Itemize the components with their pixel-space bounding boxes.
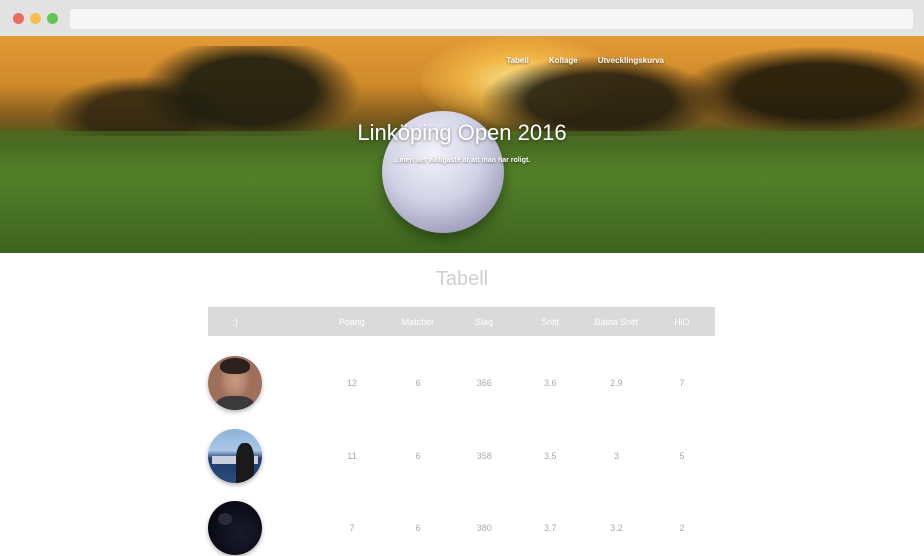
cell-matcher: 6 xyxy=(415,451,421,461)
cell-matcher: 6 xyxy=(415,378,421,388)
section-title: Tabell xyxy=(435,268,489,290)
cell-snitt: 3.6 xyxy=(544,378,557,388)
cell-slag: 366 xyxy=(476,378,492,388)
cell-hio: 7 xyxy=(679,378,685,388)
cell-hio: 2 xyxy=(679,523,685,533)
cell-hio: 5 xyxy=(679,451,685,461)
player-avatar xyxy=(208,429,262,483)
cell-snitt: 3.5 xyxy=(544,451,557,461)
address-bar[interactable] xyxy=(70,9,913,29)
cell-poang: 12 xyxy=(347,378,358,388)
header-snitt[interactable]: Snitt xyxy=(517,317,584,327)
maximize-window-icon[interactable] xyxy=(47,13,58,24)
header-poang[interactable]: Poäng xyxy=(319,317,384,327)
hero-banner: Tabell Kollage Utvecklingskurva Linköpin… xyxy=(0,36,924,253)
standings-table: :) Poäng Matcher Slag Snitt Bästa Snitt … xyxy=(208,307,715,555)
cell-slag: 358 xyxy=(476,451,492,461)
cell-matcher: 6 xyxy=(415,523,421,533)
browser-chrome xyxy=(0,0,924,36)
minimize-window-icon[interactable] xyxy=(30,13,41,24)
nav-link-utvecklingskurva[interactable]: Utvecklingskurva xyxy=(598,56,664,65)
table-row: 12 6 366 3.6 2.9 7 xyxy=(208,355,715,411)
header-hio[interactable]: HiO xyxy=(649,317,715,327)
cell-poang: 7 xyxy=(349,523,355,533)
nav-link-kollage[interactable]: Kollage xyxy=(549,56,578,65)
cell-basta-snitt: 3 xyxy=(613,451,619,461)
hero-tagline: ...men det viktigaste är att man har rol… xyxy=(393,157,531,164)
row-avatar-cell xyxy=(208,501,262,555)
cell-slag: 380 xyxy=(476,523,492,533)
player-avatar xyxy=(208,356,262,410)
row-avatar-cell xyxy=(208,356,262,410)
cell-poang: 11 xyxy=(347,451,357,461)
close-window-icon[interactable] xyxy=(13,13,24,24)
header-matcher[interactable]: Matcher xyxy=(384,317,451,327)
nav-link-tabell[interactable]: Tabell xyxy=(506,56,529,65)
header-smiley[interactable]: :) xyxy=(208,317,262,327)
cell-basta-snitt: 2.9 xyxy=(610,378,623,388)
main-nav: Tabell Kollage Utvecklingskurva xyxy=(506,56,664,65)
cell-basta-snitt: 3.2 xyxy=(610,523,623,533)
cell-snitt: 3.7 xyxy=(544,523,557,533)
header-slag[interactable]: Slag xyxy=(451,317,516,327)
table-row: 7 6 380 3.7 3.2 2 xyxy=(208,500,715,556)
header-basta-snitt[interactable]: Bästa Snitt xyxy=(584,317,649,327)
table-header: :) Poäng Matcher Slag Snitt Bästa Snitt … xyxy=(208,307,715,336)
hero-title: Linköping Open 2016 xyxy=(357,120,567,145)
row-avatar-cell xyxy=(208,429,262,483)
table-row: 11 6 358 3.5 3 5 xyxy=(208,428,715,484)
player-avatar xyxy=(208,501,262,555)
